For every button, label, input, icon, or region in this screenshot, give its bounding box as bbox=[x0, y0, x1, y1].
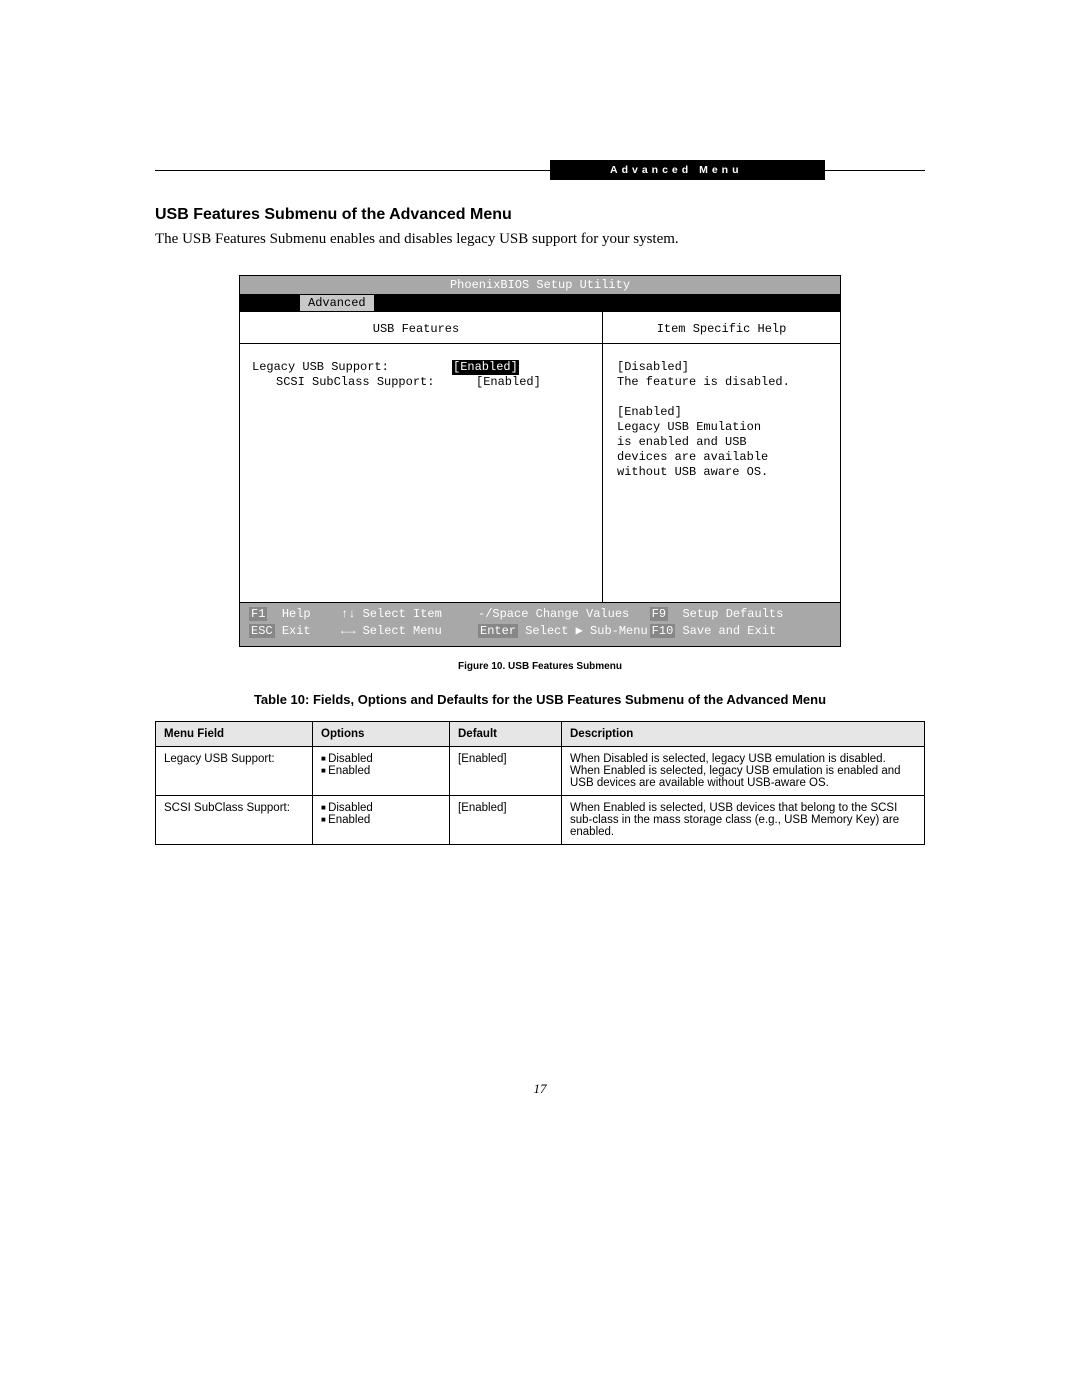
table-title: Table 10: Fields, Options and Defaults f… bbox=[155, 692, 925, 707]
bios-key-label: Select ▶ Sub-Menu bbox=[525, 624, 647, 638]
bios-key-label: Exit bbox=[282, 624, 311, 638]
bios-key-label: Select Menu bbox=[363, 624, 442, 638]
bios-left-panel: USB Features Legacy USB Support: [Enable… bbox=[240, 312, 603, 602]
table-cell-desc: When Enabled is selected, USB devices th… bbox=[562, 795, 925, 844]
bios-key-enter: Enter bbox=[478, 624, 518, 638]
table-header-row: Menu Field Options Default Description bbox=[156, 721, 925, 746]
option-bullet: Disabled bbox=[321, 802, 441, 814]
options-table: Menu Field Options Default Description L… bbox=[155, 721, 925, 845]
bios-key-f9: F9 bbox=[650, 607, 668, 621]
bios-menu-tab-advanced: Advanced bbox=[300, 295, 374, 311]
bios-help-line: [Enabled] bbox=[617, 405, 826, 420]
table-cell-default: [Enabled] bbox=[450, 746, 562, 795]
bios-key-label: Help bbox=[282, 607, 311, 621]
bios-title: PhoenixBIOS Setup Utility bbox=[240, 276, 840, 295]
page-number: 17 bbox=[0, 1081, 1080, 1097]
table-row: SCSI SubClass Support: Disabled Enabled … bbox=[156, 795, 925, 844]
bios-key-label: Select Item bbox=[363, 607, 442, 621]
header-bar: Advanced Menu bbox=[550, 160, 825, 180]
bios-key-label: -/Space bbox=[478, 607, 528, 621]
bios-setting-row: SCSI SubClass Support: [Enabled] bbox=[252, 375, 590, 390]
table-cell-field: Legacy USB Support: bbox=[156, 746, 313, 795]
section-title: USB Features Submenu of the Advanced Men… bbox=[155, 206, 925, 224]
table-row: Legacy USB Support: Disabled Enabled [En… bbox=[156, 746, 925, 795]
bios-help-line: The feature is disabled. bbox=[617, 375, 826, 390]
bios-help-line: is enabled and USB bbox=[617, 435, 826, 450]
bios-setting-label: SCSI SubClass Support: bbox=[252, 375, 476, 390]
table-cell-desc: When Disabled is selected, legacy USB em… bbox=[562, 746, 925, 795]
bios-help-line: devices are available bbox=[617, 450, 826, 465]
option-bullet: Enabled bbox=[321, 765, 441, 777]
bios-key-label: Save and Exit bbox=[682, 624, 776, 638]
bios-screenshot: PhoenixBIOS Setup Utility Advanced USB F… bbox=[239, 275, 841, 647]
bios-key-f10: F10 bbox=[650, 624, 676, 638]
bios-help-line: [Disabled] bbox=[617, 360, 826, 375]
figure-caption: Figure 10. USB Features Submenu bbox=[155, 661, 925, 672]
table-cell-options: Disabled Enabled bbox=[313, 746, 450, 795]
bios-footer: F1 Help ↑↓ Select Item -/Space Change Va… bbox=[240, 602, 840, 646]
bios-key-f1: F1 bbox=[249, 607, 267, 621]
bios-setting-value: [Enabled] bbox=[476, 375, 541, 390]
bios-left-panel-title: USB Features bbox=[240, 312, 602, 344]
page: Advanced Menu USB Features Submenu of th… bbox=[0, 0, 1080, 1397]
bios-setting-value-selected: [Enabled] bbox=[452, 360, 519, 375]
bios-key-label: Change Values bbox=[536, 607, 630, 621]
table-cell-options: Disabled Enabled bbox=[313, 795, 450, 844]
option-bullet: Enabled bbox=[321, 814, 441, 826]
table-cell-field: SCSI SubClass Support: bbox=[156, 795, 313, 844]
bios-right-panel-title: Item Specific Help bbox=[603, 312, 840, 344]
table-header: Menu Field bbox=[156, 721, 313, 746]
option-bullet: Disabled bbox=[321, 753, 441, 765]
bios-help-text: [Disabled] The feature is disabled. [Ena… bbox=[603, 344, 840, 496]
table-cell-default: [Enabled] bbox=[450, 795, 562, 844]
bios-key-label: Setup Defaults bbox=[682, 607, 783, 621]
bios-right-panel: Item Specific Help [Disabled] The featur… bbox=[603, 312, 840, 602]
intro-text: The USB Features Submenu enables and dis… bbox=[155, 230, 925, 250]
bios-help-line: without USB aware OS. bbox=[617, 465, 826, 480]
bios-key-esc: ESC bbox=[249, 624, 275, 638]
bios-menu-bar: Advanced bbox=[240, 295, 840, 312]
table-header: Options bbox=[313, 721, 450, 746]
table-header: Default bbox=[450, 721, 562, 746]
bios-setting-label: Legacy USB Support: bbox=[252, 360, 452, 375]
table-header: Description bbox=[562, 721, 925, 746]
bios-help-line: Legacy USB Emulation bbox=[617, 420, 826, 435]
bios-setting-row: Legacy USB Support: [Enabled] bbox=[252, 360, 590, 375]
